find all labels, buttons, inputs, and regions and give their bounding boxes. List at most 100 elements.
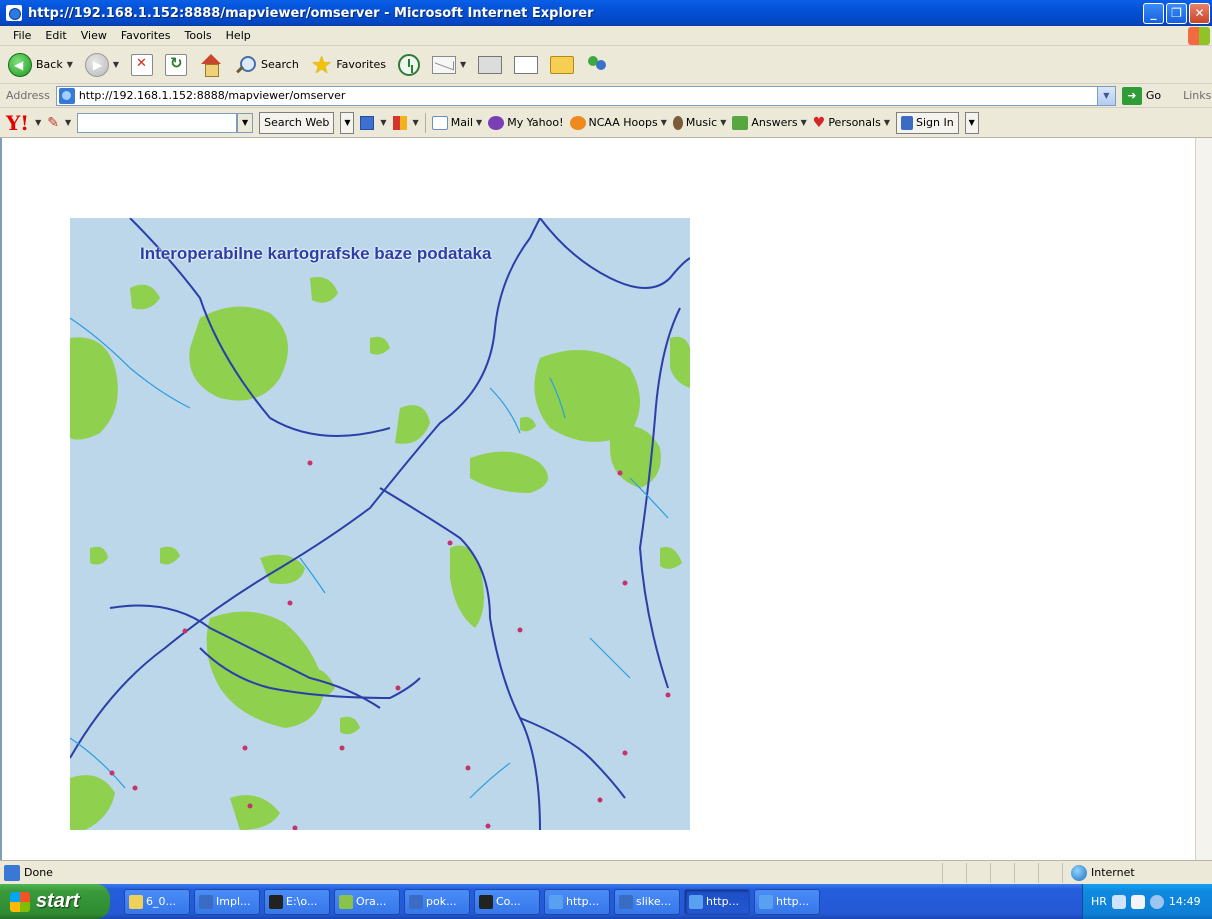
address-bar: Address http://192.168.1.152:8888/mapvie… [0, 84, 1212, 108]
command-prompt-icon [269, 894, 283, 909]
volume-icon[interactable] [1149, 894, 1164, 909]
forward-button[interactable]: ▼ [81, 50, 123, 80]
forest-areas [70, 277, 690, 830]
forward-dropdown-icon[interactable]: ▼ [113, 60, 119, 69]
forest-area [90, 546, 108, 565]
back-button[interactable]: Back ▼ [4, 50, 77, 80]
window-title-bar[interactable]: http://192.168.1.152:8888/mapviewer/omse… [0, 0, 1212, 26]
minimize-button[interactable]: _ [1143, 2, 1164, 24]
back-dropdown-icon[interactable]: ▼ [67, 60, 73, 69]
taskbar-button[interactable]: http... [754, 888, 820, 915]
messenger-button[interactable] [582, 50, 614, 80]
map-marker [395, 685, 401, 691]
menu-tools[interactable]: Tools [178, 29, 219, 42]
highlight-dropdown-icon[interactable]: ▼ [380, 118, 386, 127]
yahoo-search-input[interactable] [77, 112, 238, 133]
map-marker [307, 460, 313, 466]
maximize-button[interactable]: ❐ [1166, 2, 1187, 24]
forest-area [70, 337, 118, 440]
mail-dropdown-icon[interactable]: ▼ [460, 60, 466, 69]
yahoo-search-dropdown-icon[interactable]: ▼ [237, 112, 254, 133]
pencil-icon[interactable]: ✎ [47, 115, 59, 131]
go-button[interactable]: ➜ Go [1121, 86, 1161, 105]
back-label: Back [36, 58, 63, 71]
music-dropdown-icon: ▼ [720, 118, 727, 127]
links-button[interactable]: Links [1183, 89, 1211, 102]
task-label: http... [776, 895, 810, 908]
taskbar-button[interactable]: Ora... [334, 888, 400, 915]
history-button[interactable] [394, 50, 424, 80]
home-button[interactable] [195, 50, 227, 80]
sign-in-button[interactable]: Sign In [895, 111, 959, 134]
windows-flag-icon [1188, 26, 1210, 45]
clock[interactable]: 14:49 [1169, 895, 1201, 908]
folder-button[interactable] [546, 50, 578, 80]
answers-button[interactable]: Answers ▼ [732, 115, 807, 130]
search-icon [235, 54, 257, 76]
map-marker [182, 628, 188, 634]
menu-edit[interactable]: Edit [38, 29, 73, 42]
yahoo-logo[interactable]: Y! [6, 111, 29, 135]
taskbar-button[interactable]: Impl... [194, 888, 260, 915]
stop-button[interactable] [127, 50, 157, 80]
map-marker [622, 750, 628, 756]
taskbar-button-active[interactable]: http... [684, 888, 750, 915]
refresh-button[interactable] [161, 50, 191, 80]
popup-blocker-icon[interactable] [392, 115, 407, 130]
search-button[interactable]: Search [231, 50, 303, 80]
mail-button[interactable]: ▼ [428, 50, 470, 80]
music-button[interactable]: Music ▼ [672, 115, 727, 130]
task-label: Co... [496, 895, 521, 908]
taskbar-button[interactable]: 6_0... [124, 888, 190, 915]
address-input[interactable]: http://192.168.1.152:8888/mapviewer/omse… [55, 85, 1116, 106]
map-marker [485, 823, 491, 829]
help-icon[interactable] [1130, 894, 1145, 909]
toolbar-separator [424, 112, 426, 133]
forest-area [310, 277, 338, 303]
network-icon[interactable] [1111, 894, 1126, 909]
map-graphic [70, 218, 690, 830]
close-button[interactable]: ✕ [1189, 2, 1210, 24]
pencil-dropdown-icon[interactable]: ▼ [65, 118, 71, 127]
highlight-icon[interactable] [360, 115, 375, 130]
start-button[interactable]: start [0, 884, 110, 919]
taskbar: start 6_0... Impl... E:\o... Ora... pok.… [0, 884, 1212, 919]
windows-logo-icon [10, 891, 30, 912]
forest-area [189, 306, 288, 401]
language-indicator[interactable]: HR [1091, 895, 1107, 908]
zone-label: Internet [1091, 866, 1135, 879]
standard-toolbar: Back ▼ ▼ Search ★ Favorites ▼ [0, 46, 1212, 84]
search-web-button[interactable]: Search Web [259, 111, 335, 134]
taskbar-button[interactable]: slike... [614, 888, 680, 915]
personals-button[interactable]: ♥ Personals ▼ [813, 115, 890, 131]
taskbar-button[interactable]: Co... [474, 888, 540, 915]
menu-view[interactable]: View [74, 29, 114, 42]
answers-dropdown-icon: ▼ [800, 118, 807, 127]
ncaa-hoops-button[interactable]: NCAA Hoops ▼ [569, 115, 667, 130]
search-web-dropdown-icon[interactable]: ▼ [340, 111, 355, 134]
internet-globe-icon [1071, 864, 1087, 881]
vertical-scrollbar[interactable] [1195, 138, 1212, 860]
favorites-button[interactable]: ★ Favorites [307, 50, 390, 80]
menu-file[interactable]: File [6, 29, 38, 42]
menu-favorites[interactable]: Favorites [114, 29, 178, 42]
my-yahoo-button[interactable]: My Yahoo! [488, 115, 564, 130]
yahoo-mail-button[interactable]: Mail ▼ [431, 115, 483, 130]
edit-button[interactable] [510, 50, 542, 80]
sign-in-dropdown-icon[interactable]: ▼ [964, 111, 979, 134]
security-zone[interactable]: Internet [1062, 862, 1212, 883]
mail-menu-dropdown-icon: ▼ [476, 118, 483, 127]
print-button[interactable] [474, 50, 506, 80]
yahoo-menu-dropdown-icon[interactable]: ▼ [35, 118, 41, 127]
popup-blocker-dropdown-icon[interactable]: ▼ [413, 118, 419, 127]
river [379, 487, 541, 830]
menu-help[interactable]: Help [219, 29, 258, 42]
taskbar-button[interactable]: E:\o... [264, 888, 330, 915]
status-cell [1014, 862, 1038, 883]
command-prompt-icon [479, 894, 493, 909]
map-image[interactable]: Interoperabilne kartografske baze podata… [70, 218, 690, 830]
taskbar-button[interactable]: pok... [404, 888, 470, 915]
music-icon [672, 115, 683, 130]
taskbar-button[interactable]: http... [544, 888, 610, 915]
address-dropdown-icon[interactable]: ▼ [1096, 86, 1115, 105]
